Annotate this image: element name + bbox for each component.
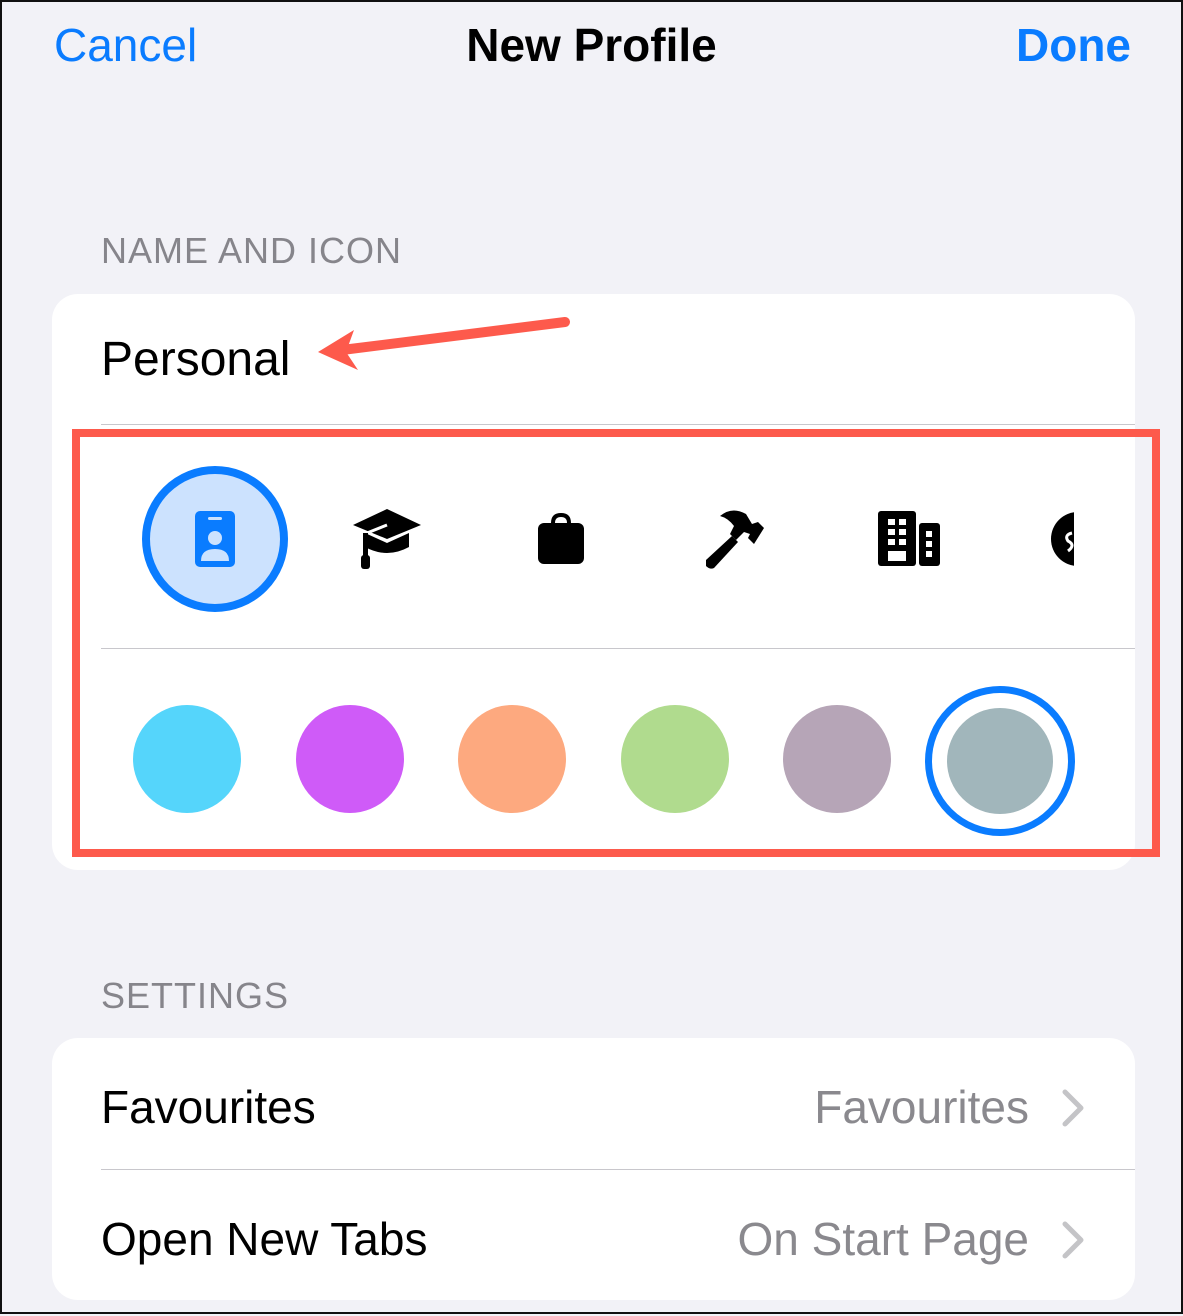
settings-row-label: Open New Tabs bbox=[101, 1213, 428, 1265]
icon-option-building[interactable] bbox=[836, 466, 982, 612]
divider bbox=[101, 424, 1135, 425]
color-picker[interactable] bbox=[52, 650, 1135, 870]
settings-row-favourites[interactable]: Favourites Favourites bbox=[52, 1038, 1135, 1168]
name-and-icon-card bbox=[52, 294, 1135, 870]
briefcase-icon bbox=[538, 513, 584, 564]
color-swatch-gray-blue-selected[interactable] bbox=[925, 686, 1075, 836]
settings-row-open-new-tabs[interactable]: Open New Tabs On Start Page bbox=[52, 1170, 1135, 1300]
icon-option-graduation-cap[interactable] bbox=[314, 466, 460, 612]
settings-row-label: Favourites bbox=[101, 1081, 316, 1133]
building-icon bbox=[878, 511, 940, 566]
section-header-name-and-icon: NAME AND ICON bbox=[101, 230, 403, 271]
section-header-settings: SETTINGS bbox=[101, 975, 290, 1016]
profile-name-input[interactable] bbox=[101, 332, 901, 387]
chevron-right-icon bbox=[1062, 1089, 1084, 1127]
settings-card: Favourites Favourites Open New Tabs On S… bbox=[52, 1038, 1135, 1300]
icon-option-briefcase[interactable] bbox=[488, 466, 634, 612]
color-swatch-purple[interactable] bbox=[296, 705, 404, 813]
person-badge-icon bbox=[195, 511, 235, 567]
icon-option-hammer[interactable] bbox=[662, 466, 808, 612]
color-swatch-cyan[interactable] bbox=[133, 705, 241, 813]
settings-row-value: Favourites bbox=[814, 1081, 1029, 1133]
chevron-right-icon bbox=[1062, 1221, 1084, 1259]
navigation-bar: Cancel New Profile Done bbox=[2, 2, 1181, 92]
cancel-button[interactable]: Cancel bbox=[54, 18, 197, 72]
divider bbox=[101, 648, 1135, 649]
icon-picker[interactable] bbox=[52, 426, 1135, 648]
color-swatch-green[interactable] bbox=[621, 705, 729, 813]
icon-option-dollar[interactable] bbox=[1010, 466, 1074, 612]
graduation-cap-icon bbox=[353, 509, 421, 569]
color-swatch-gray-blue-fill bbox=[947, 708, 1053, 814]
dollar-circle-icon bbox=[1051, 512, 1074, 566]
hammer-icon bbox=[706, 510, 764, 569]
profile-name-row bbox=[52, 294, 1135, 424]
icon-option-person-badge[interactable] bbox=[142, 466, 288, 612]
color-swatch-orange[interactable] bbox=[458, 705, 566, 813]
color-swatch-mauve[interactable] bbox=[783, 705, 891, 813]
settings-row-value: On Start Page bbox=[737, 1213, 1030, 1265]
done-button[interactable]: Done bbox=[1016, 18, 1131, 72]
